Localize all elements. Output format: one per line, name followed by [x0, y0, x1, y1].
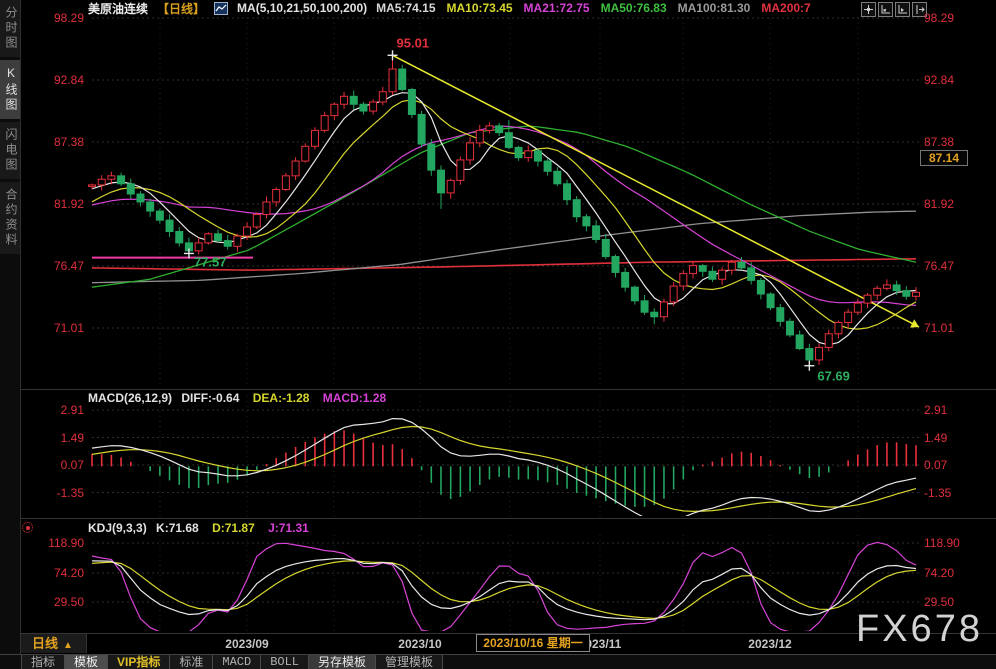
svg-text:67.69: 67.69: [817, 369, 850, 384]
svg-text:77.57: 77.57: [194, 254, 227, 269]
svg-text:95.01: 95.01: [397, 35, 430, 50]
trading-app-window: 95.0177.5767.69 分时图K线图闪电图合约资料 美原油连续 【日线】…: [0, 0, 996, 669]
chart-canvas[interactable]: 95.01 77.57 67.69: [0, 0, 996, 669]
